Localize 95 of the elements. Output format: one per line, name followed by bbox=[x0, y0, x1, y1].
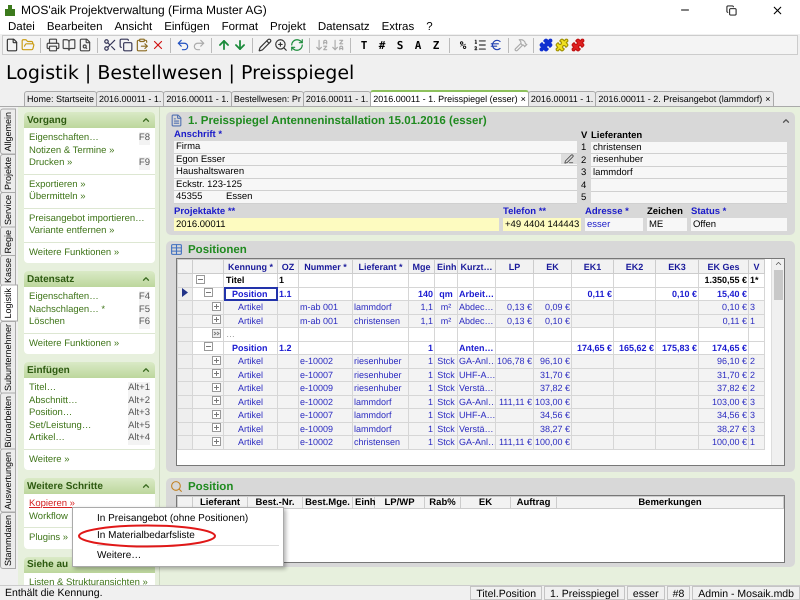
table-cell: 2 bbox=[748, 382, 764, 395]
table-cell: e-10007 bbox=[298, 408, 352, 422]
table-cell: riesenhuber bbox=[352, 382, 408, 395]
table-cell: UHF-A… bbox=[458, 408, 496, 422]
table-cell: e-10002 bbox=[298, 436, 352, 449]
panel-title: Vorgang bbox=[27, 114, 67, 126]
field-label: Telefon ** bbox=[503, 206, 548, 218]
shortcut-label: F5 bbox=[138, 304, 150, 316]
table-cell: 96,10 € bbox=[534, 354, 572, 368]
zip-field: 45355 bbox=[176, 191, 226, 202]
status-text: Titel.Position bbox=[470, 586, 542, 600]
page-heading: Logistik | Bestellwesen | Preisspiegel bbox=[5, 61, 356, 86]
panel-title: Siehe au bbox=[27, 559, 68, 570]
table-cell: 3 bbox=[748, 408, 764, 422]
table-cell: Verstä… bbox=[458, 382, 496, 395]
table-cell: 3 bbox=[748, 300, 764, 314]
shortcut-label: F4 bbox=[138, 291, 150, 304]
panel-title: Positionen bbox=[188, 244, 248, 256]
table-cell: Position bbox=[224, 287, 278, 300]
table-cell: GA-Anl… bbox=[458, 354, 496, 368]
table-cell: 111,11 € bbox=[496, 436, 534, 449]
table-cell: … bbox=[224, 328, 278, 341]
row-number: 5 bbox=[581, 192, 588, 204]
panel-title: Position bbox=[188, 480, 234, 492]
table-cell: christensen bbox=[352, 436, 408, 449]
row-number: 3 bbox=[581, 167, 588, 178]
status-text: Admin - Mosaik.mdb bbox=[692, 586, 800, 600]
panel-title: 1. Preisspiegel Antenneninstallation 15.01.2016 (esser) bbox=[188, 114, 488, 126]
field-label: Status * bbox=[691, 206, 728, 218]
table-cell: 100,00 € bbox=[698, 436, 748, 449]
table-cell: 1 bbox=[408, 382, 434, 395]
table-cell: Stck bbox=[434, 354, 458, 368]
panel-title: Datensatz bbox=[27, 274, 74, 284]
table-cell: 34,56 € bbox=[698, 408, 748, 422]
shortcut-label: Alt+4 bbox=[128, 432, 150, 444]
column-header: V bbox=[581, 130, 588, 141]
table-cell: Stck bbox=[434, 408, 458, 422]
shortcut-label: Alt+5 bbox=[128, 420, 150, 432]
shortcut-label: F8 bbox=[138, 132, 150, 144]
table-cell: Artikel bbox=[224, 300, 278, 314]
column-header: Lieferanten bbox=[591, 130, 642, 141]
row-number: 1 bbox=[581, 142, 588, 154]
table-cell: m² bbox=[434, 300, 458, 314]
table-cell: 1 bbox=[408, 408, 434, 422]
row-number: 4 bbox=[581, 180, 588, 191]
table-cell: GA-Anl… bbox=[458, 436, 496, 449]
table-cell: lammdorf bbox=[352, 408, 408, 422]
field-label: Projektakte ** bbox=[174, 206, 236, 218]
table-cell: 0,13 € bbox=[496, 300, 534, 314]
table-cell: 1 bbox=[408, 354, 434, 368]
table-cell: 106,78 € bbox=[496, 354, 534, 368]
table-cell: Artikel bbox=[224, 382, 278, 395]
table-cell: 34,56 € bbox=[534, 408, 572, 422]
table-cell: Artikel bbox=[224, 436, 278, 449]
shortcut-label: Alt+1 bbox=[128, 382, 150, 394]
table-cell: 1 bbox=[408, 436, 434, 449]
table-cell: m-ab 001 bbox=[298, 300, 352, 314]
table-cell: 1 bbox=[278, 274, 298, 287]
table-cell: e-10002 bbox=[298, 354, 352, 368]
window-title: MOS'aik Projektverwaltung (Firma Muster AG) bbox=[21, 3, 268, 17]
field-label: Adresse * bbox=[585, 206, 630, 218]
city-field: Essen bbox=[226, 191, 252, 202]
table-cell: 37,82 € bbox=[698, 382, 748, 395]
status-text: 1. Preisspiegel bbox=[544, 586, 625, 600]
table-cell: 96,10 € bbox=[698, 354, 748, 368]
panel-title: Weitere Schritte bbox=[27, 480, 103, 492]
table-cell: 1,1 bbox=[408, 300, 434, 314]
table-cell: 1 bbox=[748, 436, 764, 449]
shortcut-label: F9 bbox=[138, 157, 150, 170]
table-cell: 2 bbox=[748, 354, 764, 368]
table-cell: Artikel bbox=[224, 408, 278, 422]
status-text: Enthält die Kennung. bbox=[4, 586, 104, 600]
table-cell: 0,09 € bbox=[534, 300, 572, 314]
shortcut-label: F6 bbox=[138, 316, 150, 328]
field-label: Anschrift * bbox=[174, 129, 224, 141]
table-cell: Abdec… bbox=[458, 300, 496, 314]
table-cell: lammdorf bbox=[352, 300, 408, 314]
table-cell: riesenhuber bbox=[352, 354, 408, 368]
status-text: #8 bbox=[666, 586, 690, 600]
table-cell: 0,10 € bbox=[698, 300, 748, 314]
panel-title: Einfügen bbox=[27, 364, 70, 376]
table-cell: Stck bbox=[434, 436, 458, 449]
shortcut-label: Alt+2 bbox=[128, 394, 150, 407]
field-label: Zeichen bbox=[647, 206, 684, 218]
table-cell: 1.350,55 € bbox=[698, 274, 748, 287]
shortcut-label: Alt+3 bbox=[128, 407, 150, 420]
table-cell: e-10009 bbox=[298, 382, 352, 395]
table-cell: Artikel bbox=[224, 354, 278, 368]
status-text: esser bbox=[626, 586, 665, 600]
table-cell: 100,00 € bbox=[534, 436, 572, 449]
table-cell: 1* bbox=[748, 274, 764, 287]
table-cell: Titel bbox=[224, 274, 278, 287]
table-cell: 37,82 € bbox=[534, 382, 572, 395]
row-number: 2 bbox=[581, 154, 588, 166]
table-cell: Stck bbox=[434, 382, 458, 395]
